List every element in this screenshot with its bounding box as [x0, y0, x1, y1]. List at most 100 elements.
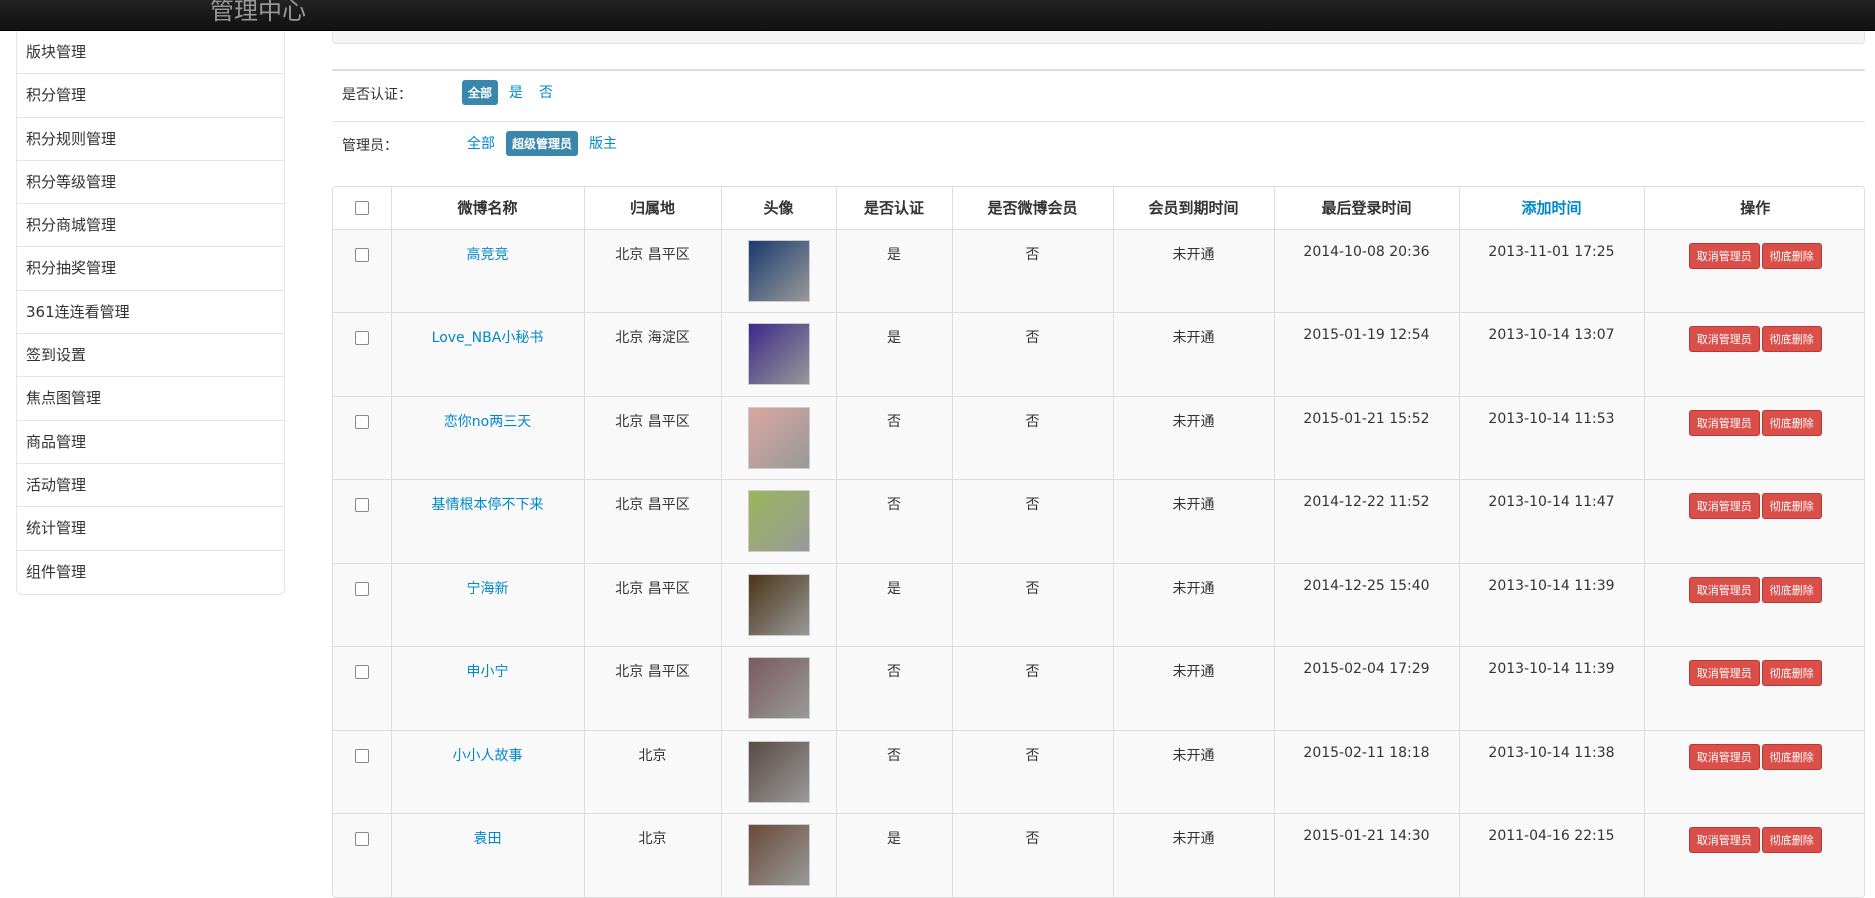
vip-cell: 否: [951, 562, 1113, 647]
table-row: 小小人故事 北京否否未开通 2015-02-11 18:18 2013-10-14 1…: [333, 729, 1864, 814]
row-checkbox[interactable]: [354, 247, 369, 262]
row-checkbox[interactable]: [354, 331, 369, 345]
verified-cell: 是: [835, 312, 952, 396]
sidebar-item[interactable]: 商品管理: [17, 421, 284, 464]
last-login-cell: 2015-01-21 15:52: [1273, 395, 1459, 480]
delete-button[interactable]: 彻底删除: [1761, 576, 1822, 603]
row-checkbox[interactable]: [354, 832, 369, 846]
row-checkbox[interactable]: [354, 581, 369, 596]
cancel-admin-button[interactable]: 取消管理员: [1688, 326, 1760, 352]
added-time-cell: 2013-10-14 11:53: [1458, 395, 1644, 480]
filter-verified: 是否认证： 全部 是 否: [332, 69, 1865, 121]
sidebar-item[interactable]: 积分商城管理: [17, 204, 284, 248]
last-login-cell: 2015-01-19 12:54: [1273, 312, 1459, 396]
verified-cell: 否: [835, 729, 952, 814]
row-checkbox[interactable]: [354, 414, 369, 429]
weibo-name-link[interactable]: 宁海新: [390, 562, 584, 647]
top-well: [332, 31, 1865, 44]
delete-button[interactable]: 彻底删除: [1761, 409, 1822, 436]
verified-cell: 否: [835, 479, 952, 563]
sidebar-item[interactable]: 组件管理: [17, 551, 284, 594]
sidebar-nav: 版块管理 积分管理 积分规则管理 积分等级管理 积分商城管理 积分抽奖管理 36…: [16, 31, 285, 595]
col-last-login: 最后登录时间: [1273, 187, 1459, 229]
filter-verified-all[interactable]: 全部: [462, 79, 499, 105]
added-time-cell: 2013-10-14 11:38: [1458, 729, 1644, 814]
sidebar-item[interactable]: 积分等级管理: [17, 161, 284, 205]
col-actions: 操作: [1643, 187, 1864, 229]
brand-title[interactable]: 管理中心: [210, 0, 306, 26]
vip-expire-cell: 未开通: [1112, 646, 1274, 730]
sidebar-item[interactable]: 361连连看管理: [17, 291, 284, 335]
weibo-name-link[interactable]: 基情根本停不下来: [390, 479, 584, 563]
weibo-name-link[interactable]: 高竞竞: [390, 228, 584, 313]
weibo-name-link[interactable]: 小小人故事: [390, 729, 584, 814]
cancel-admin-button[interactable]: 取消管理员: [1688, 743, 1760, 770]
filter-admin-all[interactable]: 全部: [462, 130, 500, 156]
last-login-cell: 2014-12-25 15:40: [1273, 562, 1459, 647]
avatar-image: [747, 323, 810, 385]
col-avatar: 头像: [720, 187, 836, 229]
vip-cell: 否: [951, 312, 1113, 396]
filter-admin-moderator[interactable]: 版主: [584, 130, 622, 156]
weibo-name-link[interactable]: 袁田: [390, 813, 584, 897]
col-added-time-sort[interactable]: 添加时间: [1458, 187, 1644, 229]
cancel-admin-button[interactable]: 取消管理员: [1688, 493, 1760, 519]
vip-expire-cell: 未开通: [1112, 813, 1274, 897]
select-all-checkbox[interactable]: [354, 201, 369, 216]
verified-cell: 是: [835, 562, 952, 647]
delete-button[interactable]: 彻底删除: [1761, 743, 1822, 770]
avatar-image: [747, 657, 810, 719]
filter-verified-no[interactable]: 否: [534, 79, 558, 105]
cancel-admin-button[interactable]: 取消管理员: [1688, 827, 1760, 853]
avatar-image: [747, 573, 810, 636]
sidebar-item[interactable]: 活动管理: [17, 464, 284, 508]
vip-expire-cell: 未开通: [1112, 395, 1274, 480]
row-checkbox[interactable]: [354, 665, 369, 679]
vip-expire-cell: 未开通: [1112, 479, 1274, 563]
delete-button[interactable]: 彻底删除: [1761, 242, 1822, 269]
location-cell: 北京 昌平区: [583, 228, 721, 313]
row-checkbox[interactable]: [354, 748, 369, 763]
sidebar-item[interactable]: 积分规则管理: [17, 118, 284, 161]
delete-button[interactable]: 彻底删除: [1761, 660, 1822, 686]
vip-expire-cell: 未开通: [1112, 228, 1274, 313]
vip-cell: 否: [951, 228, 1113, 313]
vip-cell: 否: [951, 646, 1113, 730]
cancel-admin-button[interactable]: 取消管理员: [1688, 660, 1760, 686]
sidebar-item[interactable]: 统计管理: [17, 507, 284, 551]
vip-cell: 否: [951, 813, 1113, 897]
delete-button[interactable]: 彻底删除: [1761, 326, 1822, 352]
row-checkbox[interactable]: [354, 498, 369, 512]
delete-button[interactable]: 彻底删除: [1761, 493, 1822, 519]
location-cell: 北京 昌平区: [583, 646, 721, 730]
vip-expire-cell: 未开通: [1112, 562, 1274, 647]
main-content: 是否认证： 全部 是 否 管理员： 全部 超级管理员 版主 微博名称 归属地 头…: [332, 31, 1865, 898]
added-time-cell: 2013-10-14 11:39: [1458, 646, 1644, 730]
avatar-image: [747, 406, 810, 469]
weibo-name-link[interactable]: Love_NBA小秘书: [390, 312, 584, 396]
added-time-cell: 2013-11-01 17:25: [1458, 228, 1644, 313]
sidebar-item[interactable]: 焦点图管理: [17, 377, 284, 421]
added-time-cell: 2013-10-14 11:47: [1458, 479, 1644, 563]
table-row: 高竞竞 北京 昌平区 是否未开通 2014-10-08 20:36 2013-11-01…: [333, 228, 1864, 313]
cancel-admin-button[interactable]: 取消管理员: [1688, 242, 1760, 269]
delete-button[interactable]: 彻底删除: [1761, 827, 1822, 853]
table-row: 申小宁 北京 昌平区否否未开通 2015-02-04 17:29 2013-10-14…: [333, 646, 1864, 730]
last-login-cell: 2015-02-04 17:29: [1273, 646, 1459, 730]
cancel-admin-button[interactable]: 取消管理员: [1688, 409, 1760, 436]
col-vip-expire: 会员到期时间: [1112, 187, 1274, 229]
avatar-image: [747, 740, 810, 803]
col-weibo-vip: 是否微博会员: [951, 187, 1113, 229]
sidebar-item[interactable]: 版块管理: [17, 31, 284, 75]
cancel-admin-button[interactable]: 取消管理员: [1688, 576, 1760, 603]
filter-verified-yes[interactable]: 是: [504, 79, 528, 105]
vip-expire-cell: 未开通: [1112, 729, 1274, 814]
sidebar-item[interactable]: 积分管理: [17, 74, 284, 118]
sidebar-item[interactable]: 积分抽奖管理: [17, 247, 284, 291]
filter-admin-super[interactable]: 超级管理员: [506, 130, 579, 156]
weibo-name-link[interactable]: 恋你no两三天: [390, 395, 584, 480]
weibo-name-link[interactable]: 申小宁: [390, 646, 584, 730]
location-cell: 北京 昌平区: [583, 562, 721, 647]
avatar-image: [747, 490, 810, 552]
sidebar-item[interactable]: 签到设置: [17, 334, 284, 378]
